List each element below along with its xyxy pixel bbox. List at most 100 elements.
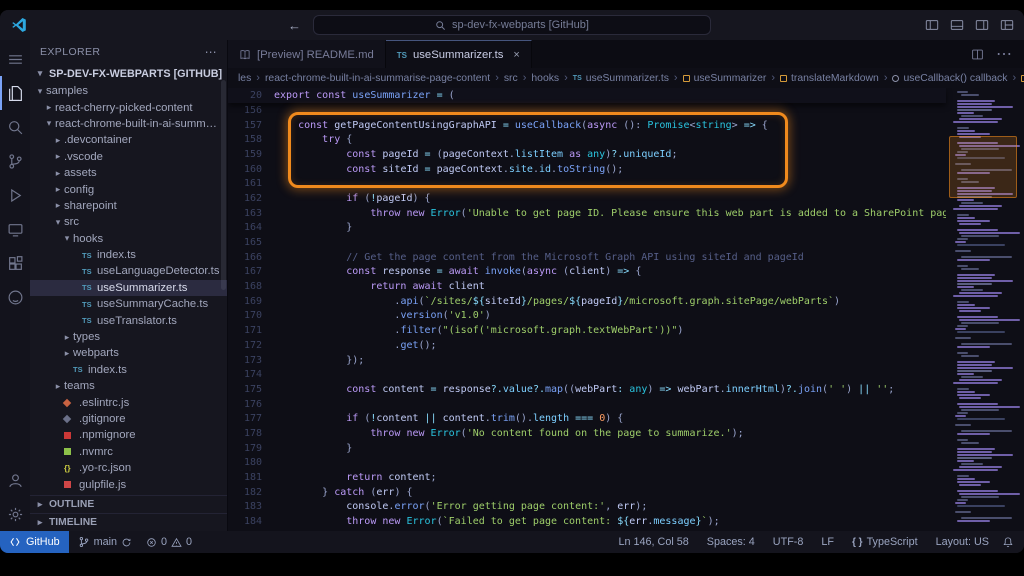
activity-run-debug-button[interactable]: [0, 178, 30, 212]
customize-layout-icon[interactable]: [1000, 18, 1014, 32]
tree-root-folder[interactable]: ▾ SP-DEV-FX-WEBPARTS [GITHUB]: [30, 64, 227, 83]
code-line[interactable]: 167 const response = await invoke(async …: [228, 265, 946, 280]
tree-item[interactable]: ▸teams: [30, 378, 227, 394]
code-line[interactable]: 175 const content = response?.value?.map…: [228, 382, 946, 397]
code-line[interactable]: 178 throw new Error('No content found on…: [228, 426, 946, 441]
tree-item[interactable]: TSuseSummarizer.ts: [30, 280, 227, 296]
code-line[interactable]: 171 .filter("(isof('microsoft.graph.text…: [228, 323, 946, 338]
tree-item[interactable]: .nvmrc: [30, 444, 227, 460]
code-line[interactable]: 156: [228, 103, 946, 118]
code-line[interactable]: 177 if (!content || content.trim().lengt…: [228, 411, 946, 426]
activity-remote-button[interactable]: [0, 212, 30, 246]
timeline-section[interactable]: ▸ TIMELINE: [30, 513, 227, 531]
bell-icon[interactable]: [1002, 536, 1014, 548]
status-eol[interactable]: LF: [816, 536, 839, 548]
tree-item[interactable]: ▸types: [30, 329, 227, 345]
code-line[interactable]: 165: [228, 235, 946, 250]
code-line[interactable]: 170 .version('v1.0'): [228, 309, 946, 324]
code-line[interactable]: 169 .api(`/sites/${siteId}/pages/${pageI…: [228, 294, 946, 309]
tree-item[interactable]: TSuseSummaryCache.ts: [30, 296, 227, 312]
breadcrumb-item[interactable]: src: [504, 73, 518, 84]
activity-explorer-button[interactable]: [0, 76, 30, 110]
tree-item[interactable]: ▸webparts: [30, 345, 227, 361]
tree-item[interactable]: ▸assets: [30, 165, 227, 181]
code-line[interactable]: 160 const siteId = pageContext.site.id.t…: [228, 162, 946, 177]
code-line[interactable]: 182 } catch (err) {: [228, 485, 946, 500]
sidebar-more-actions-button[interactable]: ⋯: [205, 45, 217, 59]
branch-indicator[interactable]: main: [73, 536, 137, 548]
activity-github-button[interactable]: [0, 280, 30, 314]
sticky-scroll-line[interactable]: 20export const useSummarizer = (: [228, 88, 946, 103]
split-editor-icon[interactable]: [971, 48, 984, 61]
breadcrumb-item[interactable]: react-chrome-built-in-ai-summarise-page-…: [265, 73, 490, 84]
code-line[interactable]: 184 throw new Error(`Failed to get page …: [228, 514, 946, 529]
breadcrumb-item[interactable]: les: [238, 73, 251, 84]
code-line[interactable]: 179 }: [228, 441, 946, 456]
status-encoding[interactable]: UTF-8: [768, 536, 809, 548]
code-line[interactable]: 180: [228, 456, 946, 471]
breadcrumb-item[interactable]: TSuseSummarizer.ts: [573, 73, 669, 84]
back-arrow-button[interactable]: ←: [288, 18, 301, 33]
code-line[interactable]: 158 try {: [228, 132, 946, 147]
code-line[interactable]: 164 }: [228, 221, 946, 236]
tree-item[interactable]: TSuseTranslator.ts: [30, 312, 227, 328]
tree-item[interactable]: ▸.devcontainer: [30, 132, 227, 148]
problems-indicator[interactable]: 0 0: [141, 536, 197, 548]
tree-item[interactable]: ▸.vscode: [30, 149, 227, 165]
code-line[interactable]: 168 return await client: [228, 279, 946, 294]
breadcrumb-item[interactable]: useCallback() callback: [892, 73, 1007, 84]
tree-item[interactable]: ▾hooks: [30, 231, 227, 247]
sidebar-scrollbar[interactable]: [221, 80, 226, 290]
code-line[interactable]: 163 throw new Error('Unable to get page …: [228, 206, 946, 221]
tree-item[interactable]: .gitignore: [30, 411, 227, 427]
tree-item[interactable]: TSindex.ts: [30, 362, 227, 378]
status-language[interactable]: { }TypeScript: [847, 536, 923, 548]
toggle-panel-icon[interactable]: [925, 18, 939, 32]
outline-section[interactable]: ▸ OUTLINE: [30, 495, 227, 513]
tree-item[interactable]: gulpfile.js: [30, 476, 227, 492]
tree-item[interactable]: ▾react-chrome-built-in-ai-summarise-page…: [30, 116, 227, 132]
minimap[interactable]: [949, 88, 1019, 531]
activity-account-button[interactable]: [0, 463, 30, 497]
activity-extensions-button[interactable]: [0, 246, 30, 280]
tree-item[interactable]: ▸react-cherry-picked-content: [30, 99, 227, 115]
code-line[interactable]: 159 const pageId = (pageContext.listItem…: [228, 147, 946, 162]
code-line[interactable]: 176: [228, 397, 946, 412]
status-keyboard-layout[interactable]: Layout: US: [931, 536, 994, 548]
toggle-bottom-panel-icon[interactable]: [950, 18, 964, 32]
code-editor[interactable]: 20export const useSummarizer = ( 156157 …: [228, 88, 1024, 531]
code-line[interactable]: 173 });: [228, 353, 946, 368]
tree-item[interactable]: ▸sharepoint: [30, 198, 227, 214]
status-cursor-position[interactable]: Ln 146, Col 58: [614, 536, 694, 548]
code-line[interactable]: 166 // Get the page content from the Mic…: [228, 250, 946, 265]
activity-settings-button[interactable]: [0, 497, 30, 531]
code-line[interactable]: 181 return content;: [228, 470, 946, 485]
tab-readme-preview[interactable]: [Preview] README.md: [228, 40, 386, 68]
editor-more-actions-icon[interactable]: ⋯: [996, 44, 1012, 64]
code-line[interactable]: 172 .get();: [228, 338, 946, 353]
tree-item[interactable]: ▾samples: [30, 83, 227, 99]
command-center-search[interactable]: sp-dev-fx-webparts [GitHub]: [313, 15, 711, 35]
toggle-secondary-sidebar-icon[interactable]: [975, 18, 989, 32]
activity-search-button[interactable]: [0, 110, 30, 144]
code-line[interactable]: 162 if (!pageId) {: [228, 191, 946, 206]
tree-item[interactable]: {}.yo-rc.json: [30, 460, 227, 476]
tab-usesummarizer[interactable]: TSuseSummarizer.ts×: [386, 40, 532, 68]
activity-menu-button[interactable]: [0, 42, 30, 76]
tree-item[interactable]: .eslintrc.js: [30, 394, 227, 410]
code-line[interactable]: 183 console.error('Error getting page co…: [228, 500, 946, 515]
tree-item[interactable]: TSuseLanguageDetector.ts: [30, 263, 227, 279]
tree-item[interactable]: ▸config: [30, 181, 227, 197]
breadcrumb-item[interactable]: translateMarkdown: [780, 73, 879, 84]
tree-item[interactable]: TSindex.ts: [30, 247, 227, 263]
status-indentation[interactable]: Spaces: 4: [702, 536, 760, 548]
activity-source-control-button[interactable]: [0, 144, 30, 178]
remote-indicator[interactable]: GitHub: [0, 531, 69, 553]
tree-item[interactable]: ▾src: [30, 214, 227, 230]
breadcrumb-item[interactable]: useSummarizer: [683, 73, 767, 84]
code-line[interactable]: 174: [228, 367, 946, 382]
code-line[interactable]: 161: [228, 176, 946, 191]
code-line[interactable]: 157 const getPageContentUsingGraphAPI = …: [228, 118, 946, 133]
tree-item[interactable]: .npmignore: [30, 427, 227, 443]
close-icon[interactable]: ×: [513, 49, 519, 61]
